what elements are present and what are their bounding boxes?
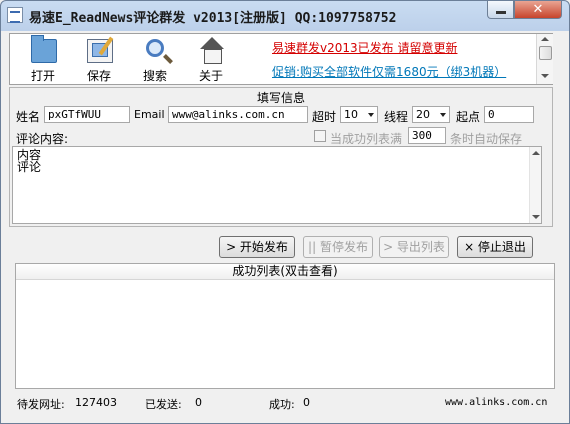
app-icon [7, 7, 23, 23]
threads-select[interactable]: 20 [412, 106, 450, 123]
timeout-label: 超时 [312, 110, 337, 124]
open-label: 打开 [30, 69, 55, 83]
scroll-up-icon[interactable] [532, 151, 540, 155]
close-icon: ✕ [532, 1, 544, 17]
promo-scrollbar[interactable] [536, 34, 553, 84]
autosave-count-field[interactable]: 300 [408, 127, 446, 144]
scroll-down-icon[interactable] [532, 215, 540, 219]
promo-sale-link[interactable]: 促销:购买全部软件仅需1680元（绑3机器） [272, 63, 506, 80]
minimize-icon [495, 11, 506, 14]
open-button[interactable]: 打开 [18, 34, 68, 86]
form-group-title: 填写信息 [256, 91, 305, 105]
home-icon [199, 37, 225, 64]
content-scrollbar[interactable] [529, 147, 541, 223]
title-bar[interactable]: 易速E_ReadNews评论群发 v2013[注册版] QQ:109775875… [1, 1, 569, 29]
about-button[interactable]: 关于 [186, 34, 236, 86]
folder-icon [31, 35, 57, 63]
name-field[interactable]: pxGTfWUU [44, 106, 130, 123]
timeout-value: 10 [344, 108, 358, 121]
sent-label: 已发送: [145, 398, 182, 411]
save-button[interactable]: 保存 [74, 34, 124, 86]
client-area: 打开 保存 搜索 关于 易速群发v2013已发布 请留意更新 促销:购买全部软件… [7, 31, 563, 421]
content-label: 评论内容: [16, 132, 69, 146]
success-list-header: 成功列表(双击查看) [16, 264, 554, 280]
start-publish-button[interactable]: > 开始发布 [219, 236, 295, 258]
scroll-up-icon[interactable] [541, 37, 549, 41]
success-value: 0 [303, 396, 310, 409]
email-label: Email [134, 108, 165, 121]
content-line: 评论 [17, 160, 42, 174]
pending-urls-value: 127403 [75, 396, 117, 409]
autosave-checkbox[interactable] [314, 130, 326, 142]
chevron-down-icon [440, 113, 446, 117]
stop-exit-button[interactable]: × 停止退出 [457, 236, 533, 258]
content-textarea[interactable]: 内容 评论 [12, 146, 542, 224]
scroll-thumb[interactable] [539, 46, 552, 60]
name-label: 姓名 [16, 110, 41, 124]
autosave-prefix-label: 当成功列表满 [330, 132, 403, 146]
close-button[interactable]: ✕ [514, 1, 562, 19]
start-point-label: 起点 [456, 110, 481, 124]
minimize-button[interactable] [487, 1, 514, 19]
search-button[interactable]: 搜索 [130, 34, 180, 86]
success-list[interactable]: 成功列表(双击查看) [15, 263, 555, 389]
export-list-button[interactable]: > 导出列表 [379, 236, 449, 258]
pause-publish-button[interactable]: || 暂停发布 [303, 236, 373, 258]
success-label: 成功: [269, 398, 295, 411]
sent-value: 0 [195, 396, 202, 409]
pending-urls-label: 待发网址: [17, 398, 65, 411]
timeout-select[interactable]: 10 [340, 106, 378, 123]
start-point-field[interactable]: 0 [484, 106, 534, 123]
app-window: 易速E_ReadNews评论群发 v2013[注册版] QQ:109775875… [0, 0, 570, 424]
about-label: 关于 [198, 69, 223, 83]
search-label: 搜索 [142, 69, 167, 83]
threads-value: 20 [416, 108, 430, 121]
window-title: 易速E_ReadNews评论群发 v2013[注册版] QQ:109775875… [29, 11, 397, 26]
save-icon [87, 39, 113, 63]
chevron-down-icon [368, 113, 374, 117]
scroll-down-icon[interactable] [541, 74, 549, 78]
toolbar: 打开 保存 搜索 关于 易速群发v2013已发布 请留意更新 促销:购买全部软件… [9, 33, 553, 85]
email-field[interactable]: www@alinks.com.cn [168, 106, 308, 123]
threads-label: 线程 [384, 110, 409, 124]
content-line: 内容 [17, 148, 42, 162]
save-label: 保存 [86, 69, 111, 83]
site-link[interactable]: www.alinks.com.cn [445, 397, 547, 408]
form-group: 填写信息 姓名 pxGTfWUU Email www@alinks.com.cn… [9, 87, 553, 227]
autosave-suffix-label: 条时自动保存 [450, 132, 523, 146]
search-icon [146, 39, 164, 57]
promo-update-link[interactable]: 易速群发v2013已发布 请留意更新 [272, 39, 457, 56]
